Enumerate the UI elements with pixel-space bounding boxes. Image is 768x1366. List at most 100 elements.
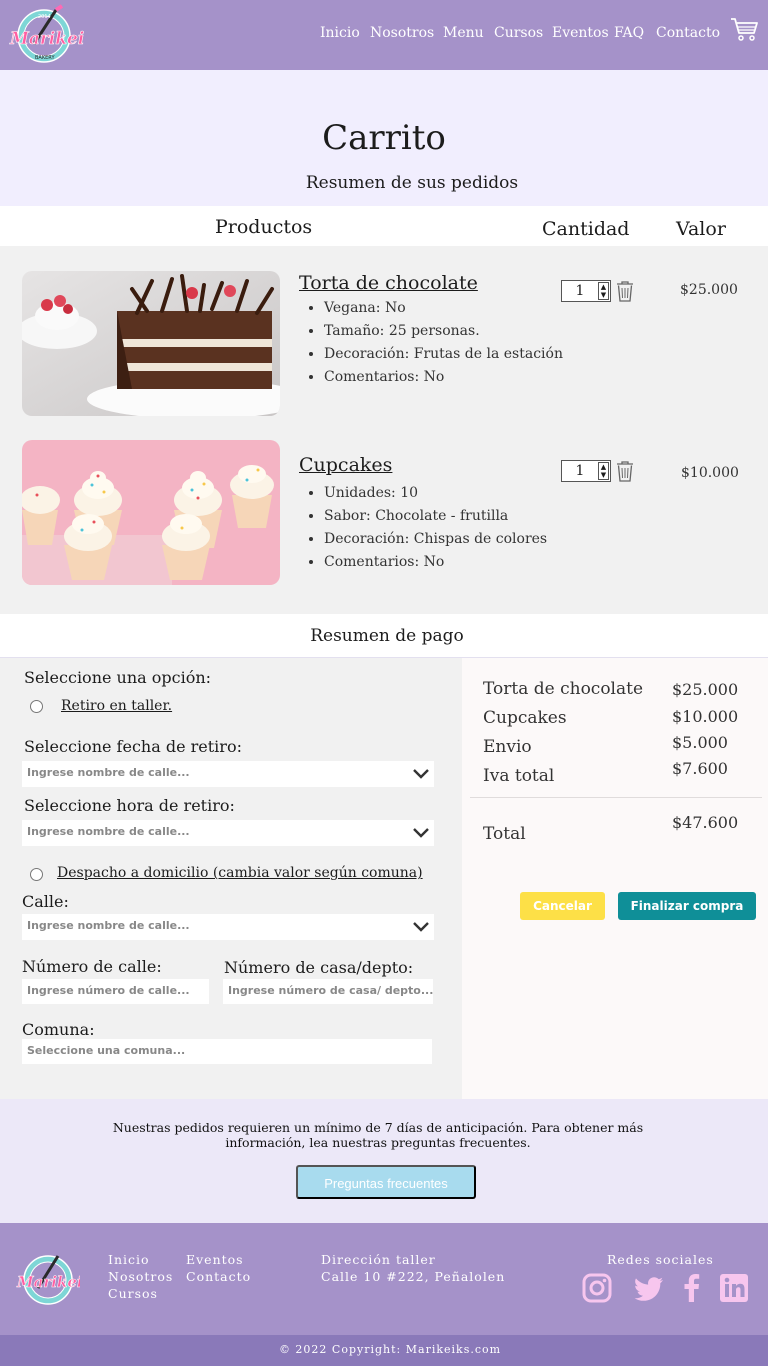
summary-row-label: Iva total: [483, 766, 555, 786]
stepper-up-icon[interactable]: ▲: [599, 463, 608, 471]
product-detail: Sabor: Chocolate - frutilla: [324, 505, 547, 528]
house-number-placeholder: Ingrese número de casa/ depto...: [228, 984, 434, 997]
footer-link-eventos[interactable]: Eventos: [186, 1252, 244, 1267]
chocolate-cake-image: [22, 271, 280, 416]
summary-row-value: $7.600: [672, 759, 728, 778]
notice-section: [0, 1099, 768, 1223]
nav-faq[interactable]: FAQ: [614, 25, 644, 41]
nav-eventos[interactable]: Eventos: [552, 25, 609, 41]
product-name-link[interactable]: Torta de chocolate: [299, 272, 478, 294]
pickup-date-label: Seleccione fecha de retiro:: [24, 737, 242, 756]
pickup-date-select[interactable]: Ingrese nombre de calle...: [22, 761, 434, 787]
pickup-date-placeholder: Ingrese nombre de calle...: [27, 766, 190, 779]
street-label: Calle:: [22, 892, 69, 911]
copyright-text: © 2022 Copyright: Marikeiks.com: [278, 1343, 502, 1356]
site-header: Marikeiks 2014 BAKERY Inicio Nosotros Me…: [0, 0, 768, 70]
summary-row-value: $25.000: [672, 680, 739, 699]
summary-row-value: $10.000: [672, 707, 739, 726]
street-number-label: Número de calle:: [22, 957, 162, 976]
product-detail: Vegana: No: [324, 297, 563, 320]
product-price: $10.000: [681, 465, 739, 481]
street-placeholder: Ingrese nombre de calle...: [27, 919, 190, 932]
logo-text: Marikeiks: [9, 29, 84, 49]
logo-year: 2014: [38, 14, 51, 20]
house-number-label: Número de casa/depto:: [224, 958, 414, 977]
pickup-time-placeholder: Ingrese nombre de calle...: [27, 825, 190, 838]
nav-inicio[interactable]: Inicio: [320, 25, 360, 41]
nav-cursos[interactable]: Cursos: [494, 25, 543, 41]
chevron-down-icon: [413, 922, 429, 932]
footer-link-contacto[interactable]: Contacto: [186, 1269, 251, 1284]
pickup-time-select[interactable]: Ingrese nombre de calle...: [22, 820, 434, 846]
address-title: Dirección taller: [321, 1252, 436, 1267]
select-option-label: Seleccione una opción:: [24, 668, 212, 687]
house-number-input[interactable]: Ingrese número de casa/ depto...: [223, 979, 433, 1004]
trash-icon[interactable]: [615, 460, 635, 482]
summary-row-value: $5.000: [672, 733, 728, 752]
col-products: Productos: [215, 216, 313, 238]
quantity-stepper[interactable]: 1 ▲ ▼: [561, 460, 611, 482]
stepper-buttons[interactable]: ▲ ▼: [598, 282, 609, 300]
footer-link-nosotros[interactable]: Nosotros: [108, 1269, 173, 1284]
commune-select[interactable]: Seleccione una comuna...: [22, 1039, 432, 1064]
cancel-button[interactable]: Cancelar: [520, 892, 605, 920]
twitter-icon[interactable]: [633, 1273, 665, 1305]
stepper-up-icon[interactable]: ▲: [599, 283, 608, 291]
product-detail: Decoración: Chispas de colores: [324, 528, 547, 551]
summary-row-label: Torta de chocolate: [483, 679, 644, 699]
linkedin-icon[interactable]: [718, 1272, 750, 1304]
street-number-input[interactable]: Ingrese número de calle...: [22, 979, 209, 1004]
notice-text: Nuestras pedidos requieren un mínimo de …: [112, 1120, 644, 1150]
pickup-radio[interactable]: [30, 700, 43, 713]
product-details: Unidades: 10 Sabor: Chocolate - frutilla…: [300, 482, 547, 574]
quantity-value: 1: [575, 463, 585, 479]
summary-row-label: Cupcakes: [483, 708, 567, 728]
total-label: Total: [483, 824, 526, 844]
product-detail: Decoración: Frutas de la estación: [324, 343, 563, 366]
delivery-radio[interactable]: [30, 868, 43, 881]
marikeiks-logo[interactable]: Marikeiks 2014 BAKERY: [4, 4, 84, 64]
total-value: $47.600: [672, 813, 739, 832]
product-detail: Comentarios: No: [324, 366, 563, 389]
trash-icon[interactable]: [615, 280, 635, 302]
social-title: Redes sociales: [607, 1252, 714, 1267]
faq-button[interactable]: Preguntas frecuentes: [296, 1165, 476, 1199]
page-subtitle: Resumen de sus pedidos: [305, 173, 519, 193]
instagram-icon[interactable]: [581, 1272, 613, 1304]
nav-nosotros[interactable]: Nosotros: [370, 25, 434, 41]
street-select[interactable]: Ingrese nombre de calle...: [22, 914, 434, 940]
logo-sub: BAKERY: [35, 55, 55, 61]
delivery-option-label[interactable]: Despacho a domicilio (cambia valor según…: [57, 865, 423, 881]
quantity-stepper[interactable]: 1 ▲ ▼: [561, 280, 611, 302]
logo-text: Marikeiks: [16, 1273, 80, 1291]
footer-link-cursos[interactable]: Cursos: [108, 1286, 158, 1301]
col-quantity: Cantidad: [542, 218, 630, 240]
address-text: Calle 10 #222, Peñalolen: [321, 1269, 506, 1284]
nav-contacto[interactable]: Contacto: [656, 25, 720, 41]
commune-label: Comuna:: [22, 1020, 95, 1039]
product-detail: Comentarios: No: [324, 551, 547, 574]
page-title: Carrito: [322, 118, 446, 158]
footer-link-inicio[interactable]: Inicio: [108, 1252, 150, 1267]
street-number-placeholder: Ingrese número de calle...: [27, 984, 190, 997]
nav-menu[interactable]: Menu: [443, 25, 484, 41]
shopping-cart-icon[interactable]: [730, 16, 758, 42]
pickup-option-label[interactable]: Retiro en taller.: [61, 698, 172, 714]
facebook-icon[interactable]: [676, 1272, 708, 1304]
commune-placeholder: Seleccione una comuna...: [27, 1044, 186, 1057]
stepper-buttons[interactable]: ▲ ▼: [598, 462, 609, 480]
products-table-header: Productos Cantidad Valor: [0, 206, 768, 246]
payment-header: Resumen de pago: [0, 614, 768, 658]
pickup-time-label: Seleccione hora de retiro:: [24, 796, 235, 815]
chevron-down-icon: [413, 828, 429, 838]
stepper-down-icon[interactable]: ▼: [599, 291, 608, 299]
product-details: Vegana: No Tamaño: 25 personas. Decoraci…: [300, 297, 563, 389]
stepper-down-icon[interactable]: ▼: [599, 471, 608, 479]
product-price: $25.000: [680, 282, 738, 298]
finish-purchase-button[interactable]: Finalizar compra: [618, 892, 756, 920]
marikeiks-logo[interactable]: Marikeiks: [14, 1250, 80, 1310]
product-detail: Unidades: 10: [324, 482, 547, 505]
col-value: Valor: [676, 218, 726, 240]
product-name-link[interactable]: Cupcakes: [299, 454, 392, 476]
summary-row-label: Envio: [483, 737, 532, 757]
